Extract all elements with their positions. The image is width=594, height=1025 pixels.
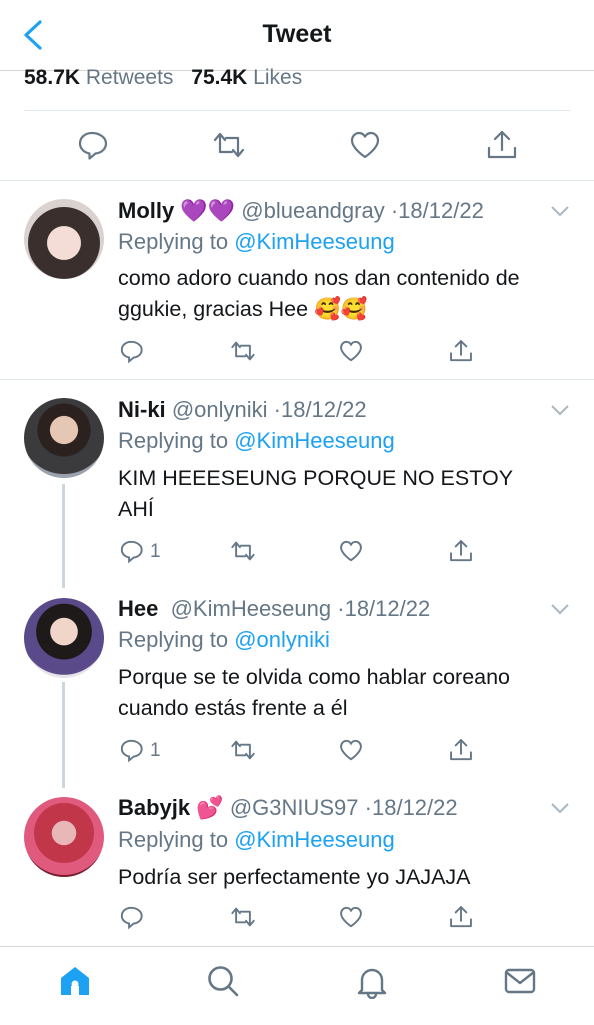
mention-link[interactable]: @onlyniki	[234, 627, 330, 652]
reply-icon[interactable]	[118, 538, 144, 564]
tweet-stats: 58.7K Retweets 75.4K Likes	[24, 66, 314, 90]
likes-count: 75.4K	[191, 66, 248, 89]
display-name[interactable]: Hee	[118, 596, 158, 621]
divider	[24, 110, 570, 111]
name-emoji: 💜💜	[180, 198, 236, 223]
divider	[0, 180, 594, 181]
notifications-icon[interactable]	[354, 963, 390, 999]
chevron-down-icon[interactable]	[550, 204, 570, 218]
display-name[interactable]: Ni-ki	[118, 397, 166, 422]
reply-icon[interactable]	[118, 338, 144, 364]
share-icon[interactable]	[448, 538, 474, 564]
reply-text: Podría ser perfectamente yo JAJAJA	[118, 865, 471, 889]
handle[interactable]: @onlyniki	[172, 397, 268, 422]
divider	[0, 379, 594, 380]
retweet-icon[interactable]	[230, 904, 256, 930]
like-icon[interactable]	[348, 128, 382, 162]
like-icon[interactable]	[338, 904, 364, 930]
date: 18/12/22	[280, 397, 367, 422]
reply-count: 1	[150, 541, 161, 562]
reply-text: KIM HEEESEUNG PORQUE NO ESTOY AHÍ	[118, 466, 513, 521]
like-icon[interactable]	[338, 538, 364, 564]
retweet-icon[interactable]	[230, 538, 256, 564]
chevron-down-icon[interactable]	[550, 801, 570, 815]
reply-text: como adoro cuando nos dan contenido de g…	[118, 266, 520, 321]
date-separator: ·	[364, 795, 372, 820]
replying-label: Replying to	[118, 229, 229, 254]
reply-actions	[118, 338, 568, 368]
retweet-icon[interactable]	[230, 338, 256, 364]
reply-icon[interactable]	[75, 128, 109, 162]
share-icon[interactable]	[448, 338, 474, 364]
reply-actions: 1	[118, 538, 568, 568]
reply-icon[interactable]	[118, 904, 144, 930]
name-emoji: 💕	[196, 795, 224, 820]
handle[interactable]: @blueandgray	[241, 198, 384, 223]
messages-icon[interactable]	[502, 963, 538, 999]
date-separator: ·	[337, 596, 345, 621]
date: 18/12/22	[398, 198, 484, 223]
avatar[interactable]	[24, 598, 104, 678]
retweets-label[interactable]: Retweets	[86, 66, 174, 89]
replying-label: Replying to	[118, 627, 229, 652]
date-separator: ·	[273, 397, 281, 422]
share-icon[interactable]	[448, 737, 474, 763]
avatar[interactable]	[24, 398, 104, 478]
handle[interactable]: @G3NIUS97	[230, 795, 359, 820]
mention-link[interactable]: @KimHeeseung	[234, 827, 395, 852]
page-title: Tweet	[262, 20, 332, 48]
date: 18/12/22	[371, 795, 458, 820]
reply-text: Porque se te olvida como hablar coreano …	[118, 665, 511, 720]
search-icon[interactable]	[205, 963, 241, 999]
reply-actions	[118, 904, 568, 934]
chevron-down-icon[interactable]	[550, 602, 570, 616]
thread-line	[62, 682, 65, 788]
date: 18/12/22	[344, 596, 431, 621]
bottom-tab-bar	[0, 946, 594, 1025]
reply-actions: 1	[118, 737, 568, 767]
share-icon[interactable]	[485, 128, 519, 162]
retweets-count: 58.7K	[24, 66, 81, 89]
display-name[interactable]: Molly	[118, 198, 174, 223]
replying-label: Replying to	[118, 428, 229, 453]
avatar[interactable]	[24, 797, 104, 877]
likes-label[interactable]: Likes	[253, 66, 302, 89]
home-icon[interactable]	[57, 963, 93, 999]
like-icon[interactable]	[338, 737, 364, 763]
like-icon[interactable]	[338, 338, 364, 364]
top-bar: Tweet	[0, 0, 594, 71]
share-icon[interactable]	[448, 904, 474, 930]
thread-line	[62, 484, 65, 588]
main-tweet-actions	[0, 118, 594, 178]
display-name[interactable]: Babyjk	[118, 795, 190, 820]
reply-count: 1	[150, 740, 161, 761]
avatar[interactable]	[24, 199, 104, 279]
mention-link[interactable]: @KimHeeseung	[234, 428, 395, 453]
chevron-down-icon[interactable]	[550, 403, 570, 417]
retweet-icon[interactable]	[212, 128, 246, 162]
mention-link[interactable]: @KimHeeseung	[234, 229, 395, 254]
handle[interactable]: @KimHeeseung	[171, 596, 332, 621]
reply-icon[interactable]	[118, 737, 144, 763]
retweet-icon[interactable]	[230, 737, 256, 763]
replying-label: Replying to	[118, 827, 229, 852]
